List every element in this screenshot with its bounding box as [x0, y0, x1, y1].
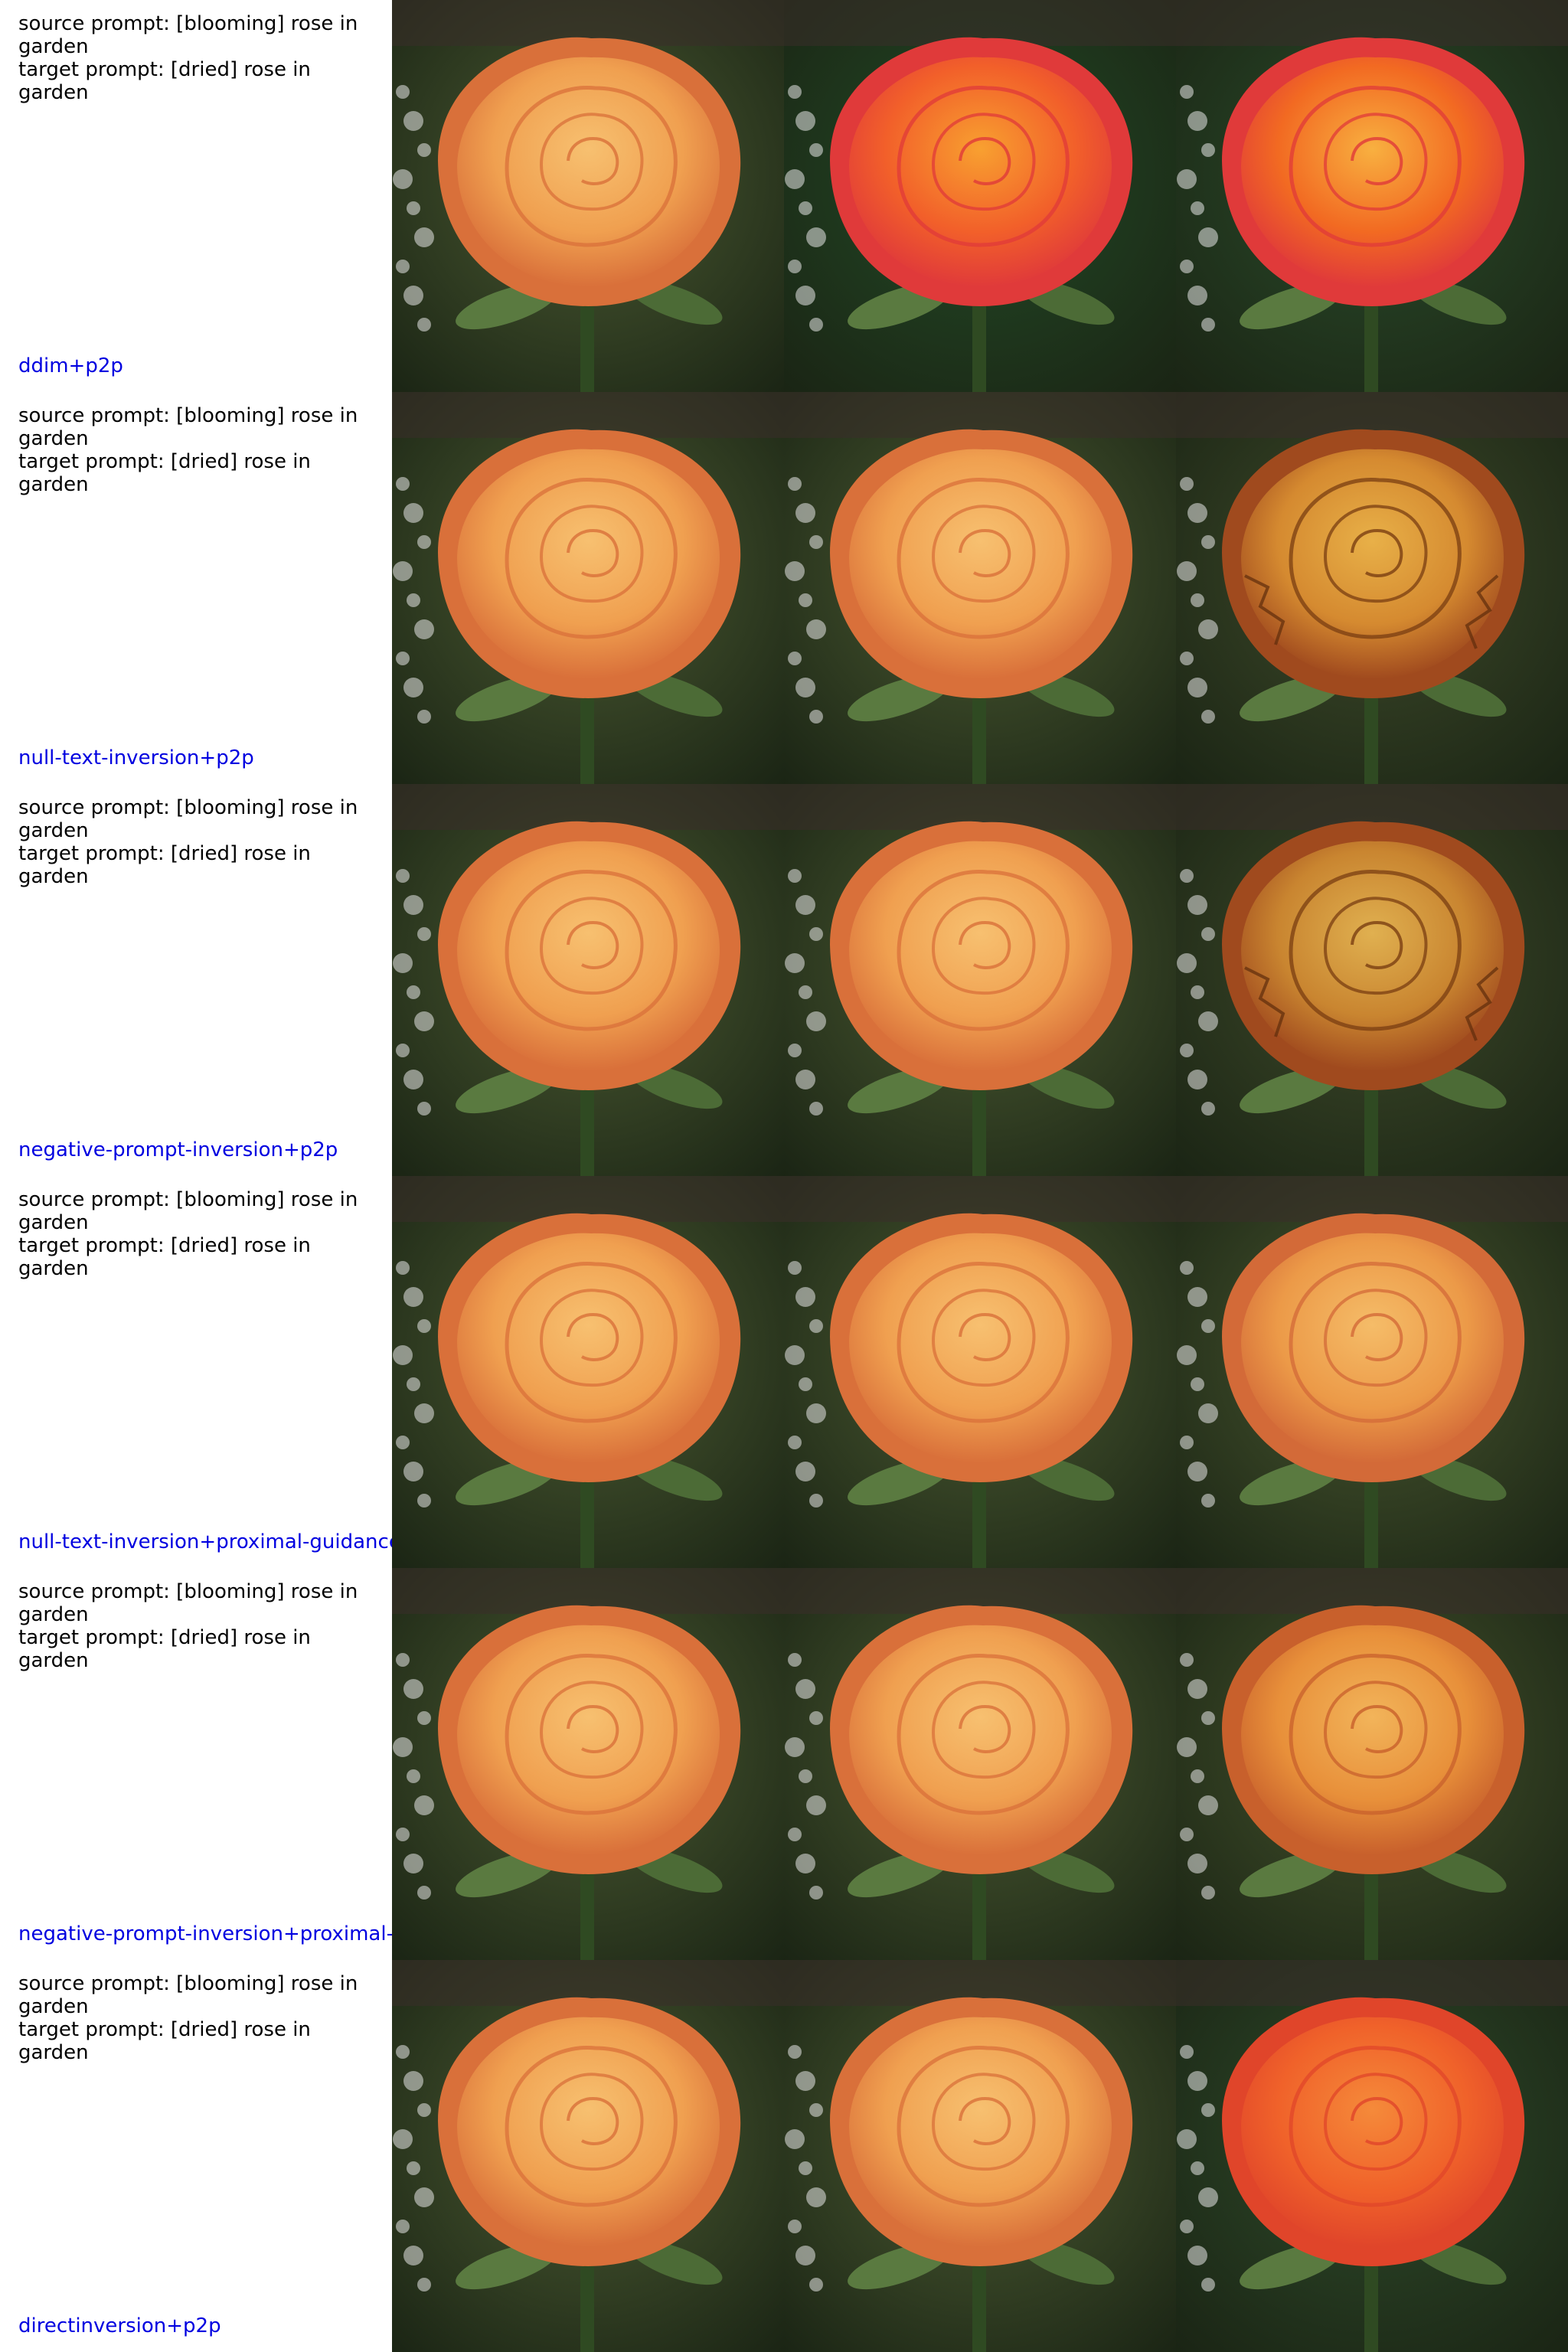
- target-prompt: target prompt: [dried] rose in garden: [18, 1626, 311, 1672]
- comparison-row: source prompt: [blooming] rose in garden…: [0, 1176, 1568, 1568]
- target-prompt: target prompt: [dried] rose in garden: [18, 450, 311, 496]
- target-prompt: target prompt: [dried] rose in garden: [18, 842, 311, 888]
- reconstruction: [784, 1960, 1176, 2352]
- reconstruction: [784, 392, 1176, 784]
- source-image: [392, 392, 784, 784]
- row-label-panel: source prompt: [blooming] rose in garden…: [0, 0, 392, 392]
- source-prompt: source prompt: [blooming] rose in garden: [18, 1188, 358, 1234]
- comparison-row: source prompt: [blooming] rose in garden…: [0, 0, 1568, 392]
- prompt-text: source prompt: [blooming] rose in garden…: [18, 12, 383, 104]
- edited-image: [1176, 392, 1568, 784]
- row-label-panel: source prompt: [blooming] rose in garden…: [0, 1568, 392, 1960]
- source-image: [392, 0, 784, 392]
- reconstruction: [784, 1568, 1176, 1960]
- edited-image: [1176, 1960, 1568, 2352]
- prompt-text: source prompt: [blooming] rose in garden…: [18, 1188, 383, 1280]
- method-label: null-text-inversion+p2p: [18, 746, 254, 769]
- prompt-text: source prompt: [blooming] rose in garden…: [18, 1580, 383, 1672]
- row-label-panel: source prompt: [blooming] rose in garden…: [0, 392, 392, 784]
- source-image: [392, 784, 784, 1176]
- reconstruction: [784, 784, 1176, 1176]
- source-prompt: source prompt: [blooming] rose in garden: [18, 1580, 358, 1626]
- comparison-row: source prompt: [blooming] rose in garden…: [0, 392, 1568, 784]
- method-label: negative-prompt-inversion+p2p: [18, 1138, 338, 1161]
- comparison-row: source prompt: [blooming] rose in garden…: [0, 784, 1568, 1176]
- source-image: [392, 1568, 784, 1960]
- reconstruction: [784, 1176, 1176, 1568]
- prompt-text: source prompt: [blooming] rose in garden…: [18, 796, 383, 888]
- method-label: negative-prompt-inversion+proximal-guida…: [18, 1922, 392, 1945]
- method-label: null-text-inversion+proximal-guidance: [18, 1530, 392, 1553]
- method-label: directinversion+p2p: [18, 2314, 221, 2337]
- row-label-panel: source prompt: [blooming] rose in garden…: [0, 784, 392, 1176]
- edited-image: [1176, 1176, 1568, 1568]
- prompt-text: source prompt: [blooming] rose in garden…: [18, 404, 383, 496]
- method-label: ddim+p2p: [18, 354, 123, 377]
- source-prompt: source prompt: [blooming] rose in garden: [18, 12, 358, 58]
- reconstruction: [784, 0, 1176, 392]
- edited-image: [1176, 1568, 1568, 1960]
- source-prompt: source prompt: [blooming] rose in garden: [18, 796, 358, 842]
- prompt-text: source prompt: [blooming] rose in garden…: [18, 1972, 383, 2064]
- source-prompt: source prompt: [blooming] rose in garden: [18, 1972, 358, 2018]
- target-prompt: target prompt: [dried] rose in garden: [18, 1234, 311, 1280]
- comparison-row: source prompt: [blooming] rose in garden…: [0, 1960, 1568, 2352]
- target-prompt: target prompt: [dried] rose in garden: [18, 58, 311, 104]
- source-image: [392, 1960, 784, 2352]
- edited-image: [1176, 784, 1568, 1176]
- row-label-panel: source prompt: [blooming] rose in garden…: [0, 1960, 392, 2352]
- row-label-panel: source prompt: [blooming] rose in garden…: [0, 1176, 392, 1568]
- edited-image: [1176, 0, 1568, 392]
- comparison-row: source prompt: [blooming] rose in garden…: [0, 1568, 1568, 1960]
- target-prompt: target prompt: [dried] rose in garden: [18, 2018, 311, 2064]
- source-image: [392, 1176, 784, 1568]
- source-prompt: source prompt: [blooming] rose in garden: [18, 404, 358, 450]
